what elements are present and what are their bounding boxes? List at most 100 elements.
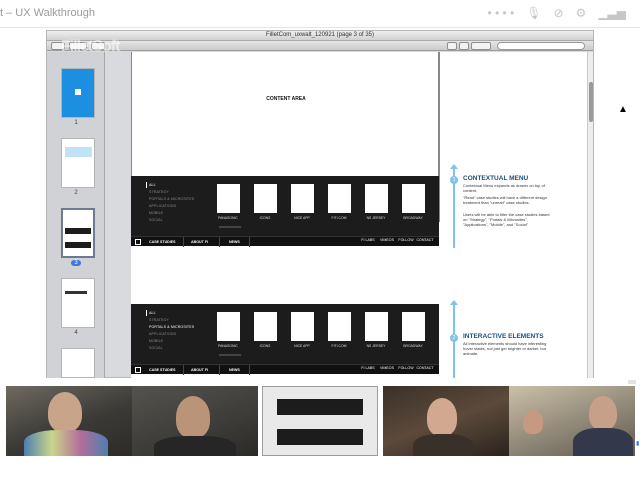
settings-icon[interactable]: ⚙: [576, 6, 587, 20]
nav-icon: FOLLOW: [398, 238, 414, 242]
view-button[interactable]: [447, 42, 457, 50]
page-thumbnail-selected[interactable]: [61, 208, 95, 258]
page-thumbnail[interactable]: [61, 278, 95, 328]
nav-separator: [183, 365, 184, 375]
participant-head: [589, 396, 617, 430]
filmstrip-handle[interactable]: [628, 380, 636, 384]
page-number: 1: [74, 120, 78, 126]
nav-item: ABOUT FI: [191, 368, 208, 372]
menu-square-icon: [135, 367, 141, 373]
camera-off-icon[interactable]: ⊘: [553, 6, 563, 20]
participant-body: [413, 434, 473, 456]
thumbnail-sidebar: 1 2 3 4: [47, 52, 105, 378]
selected-page-badge: 3: [71, 260, 81, 266]
card: [328, 312, 351, 341]
annotation-text: All interactive elements should have int…: [463, 341, 547, 356]
vertical-scrollbar[interactable]: [587, 52, 593, 378]
menu-item: MOBILE: [149, 211, 164, 215]
participant-body: [24, 430, 108, 456]
participant-body: [573, 428, 633, 456]
menu-item: APPLICATIONS: [149, 204, 177, 208]
divider: [439, 52, 440, 222]
screen-share-stage: FilletCom_uxwalt_120921 (page 3 of 35) F…: [0, 28, 640, 380]
card: [402, 184, 425, 213]
card: [254, 184, 277, 213]
contextual-menu: ALL STRATEGY PORTALS & MICROSITES APPLIC…: [149, 310, 194, 352]
participant-video[interactable]: [383, 386, 509, 456]
annotation-title: INTERACTIVE ELEMENTS: [463, 333, 544, 340]
search-input[interactable]: [497, 42, 585, 50]
card-label: NS JERSEY: [366, 216, 386, 220]
card-label: BROADWAY: [403, 344, 423, 348]
nav-separator: [249, 237, 250, 247]
shared-screen-thumbnail[interactable]: [262, 386, 378, 456]
window-title: FilletCom_uxwalt_120921 (page 3 of 35): [265, 32, 375, 38]
hangout-header: t – UX Walkthrough • • • • 🎙 ⊘ ⚙ ▁▃▅: [0, 0, 640, 28]
signal-icon: ▁▃▅: [598, 6, 626, 20]
nav-icon: FOLLOW: [398, 366, 414, 370]
hangout-title: t – UX Walkthrough: [0, 7, 95, 19]
thumb-mark: [65, 242, 91, 248]
thumb-mark: [65, 228, 91, 234]
menu-item: MOBILE: [149, 339, 164, 343]
menu-indicator: [146, 182, 147, 188]
menu-item: ALL: [149, 183, 156, 187]
card-label: FITI.COM: [331, 216, 347, 220]
card: [291, 312, 314, 341]
card-label: NS JERSEY: [366, 344, 386, 348]
header-controls: • • • • 🎙 ⊘ ⚙ ▁▃▅: [487, 6, 626, 20]
card: [217, 312, 240, 341]
annotation-text: Contextual Menu expands as drawer on top…: [463, 183, 545, 193]
participant-head: [523, 410, 543, 434]
menu-indicator: [146, 310, 147, 316]
card: [217, 184, 240, 213]
card-label: ICONS: [259, 216, 271, 220]
annotation-number: 1: [450, 176, 458, 184]
participant-head: [427, 398, 457, 436]
card-label: NICE APP: [294, 216, 310, 220]
nav-item: CASE STUDIES: [149, 368, 176, 372]
menu-item: PORTALS & MICROSITES: [149, 197, 195, 201]
mic-mute-icon[interactable]: 🎙: [526, 6, 541, 20]
page-thumbnail[interactable]: [61, 138, 95, 188]
card-label: FITI.COM: [331, 344, 347, 348]
nav-item: ABOUT FI: [191, 240, 208, 244]
wireframe-panel-1: ALL STRATEGY PORTALS & MICROSITES APPLIC…: [131, 176, 439, 247]
nav-icon: CONTACT: [416, 366, 434, 370]
page-number: 4: [74, 330, 78, 336]
nav-item: NEWS: [229, 368, 240, 372]
nav-separator: [219, 365, 220, 375]
dots-icon[interactable]: • • • •: [487, 6, 514, 20]
menu-item: PORTALS & MICROSITES: [149, 325, 195, 329]
card-label: BROADWAY: [403, 216, 423, 220]
annotation-text: Users will be able to filter the case st…: [463, 212, 550, 227]
nav-icon: FI LABS: [361, 238, 375, 242]
scrollbar-thumb[interactable]: [589, 82, 593, 122]
page-thumbnail[interactable]: [61, 348, 95, 378]
participant-video[interactable]: [132, 386, 258, 456]
card: [365, 312, 388, 341]
site-nav: CASE STUDIES ABOUT FI NEWS FI LABS VIMEO…: [131, 236, 439, 247]
carousel-slider: [219, 226, 241, 228]
card-label: ICONS: [259, 344, 271, 348]
page-thumbnail[interactable]: [61, 68, 95, 118]
participant-video[interactable]: [6, 386, 132, 456]
carousel-slider: [219, 354, 241, 356]
participant-head: [176, 396, 210, 438]
annotation-number: 2: [450, 334, 458, 342]
card: [328, 184, 351, 213]
view-button[interactable]: [459, 42, 469, 50]
card: [402, 312, 425, 341]
view-button[interactable]: [471, 42, 491, 50]
participant-video[interactable]: [509, 386, 635, 456]
card-label: PANASONIC: [218, 216, 238, 220]
menu-square-icon: [135, 239, 141, 245]
participant-filmstrip: [0, 378, 640, 480]
participant-head: [48, 392, 82, 432]
up-arrow-icon: [450, 300, 458, 380]
nav-icon: FI LABS: [361, 366, 375, 370]
nav-icon: VIMEOS: [380, 366, 394, 370]
nav-item: CASE STUDIES: [149, 240, 176, 244]
document-page: CONTENT AREA ALL STRATEGY PORTALS & MICR…: [131, 52, 587, 380]
menu-item: SOCIAL: [149, 218, 163, 222]
